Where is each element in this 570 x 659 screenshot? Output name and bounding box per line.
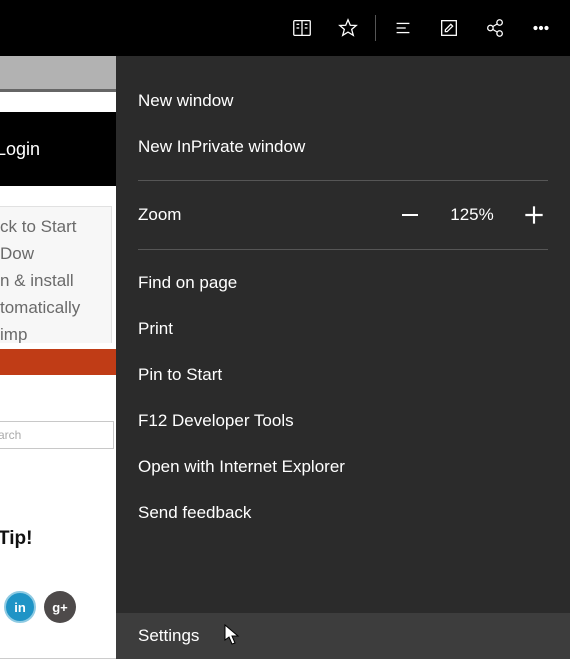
menu-label: Print	[138, 318, 173, 340]
login-label: Login	[0, 139, 40, 160]
menu-settings[interactable]: Settings	[116, 613, 570, 659]
snippet-line: tomatically imp	[0, 294, 107, 348]
zoom-controls: 125%	[396, 201, 548, 229]
snippet-line: n & install	[0, 267, 107, 294]
menu-print[interactable]: Print	[116, 306, 570, 352]
menu-label: F12 Developer Tools	[138, 410, 294, 432]
menu-open-ie[interactable]: Open with Internet Explorer	[116, 444, 570, 490]
linkedin-icon[interactable]: in	[4, 591, 36, 623]
share-icon[interactable]	[472, 5, 518, 51]
search-placeholder: arch	[0, 428, 21, 442]
tip-heading: Tip!	[0, 528, 32, 550]
favorites-icon[interactable]	[325, 5, 371, 51]
menu-new-inprivate[interactable]: New InPrivate window	[116, 124, 570, 170]
toolbar-divider	[375, 15, 376, 41]
menu-label: Pin to Start	[138, 364, 222, 386]
browser-toolbar	[0, 0, 570, 56]
zoom-value: 125%	[446, 205, 498, 225]
menu-devtools[interactable]: F12 Developer Tools	[116, 398, 570, 444]
hub-icon[interactable]	[380, 5, 426, 51]
menu-spacer	[116, 536, 570, 613]
menu-pin[interactable]: Pin to Start	[116, 352, 570, 398]
more-icon[interactable]	[518, 5, 564, 51]
page-header-strip	[0, 56, 116, 92]
menu-new-window[interactable]: New window	[116, 78, 570, 124]
menu-label: Open with Internet Explorer	[138, 456, 345, 478]
menu-label: New InPrivate window	[138, 136, 305, 158]
zoom-label: Zoom	[138, 205, 181, 225]
menu-feedback[interactable]: Send feedback	[116, 490, 570, 536]
more-menu: New window New InPrivate window Zoom 125…	[116, 56, 570, 659]
webnote-icon[interactable]	[426, 5, 472, 51]
gplus-icon[interactable]: g+	[44, 591, 76, 623]
zoom-out-button[interactable]	[396, 201, 424, 229]
menu-separator	[138, 180, 548, 181]
snippet-line: ck to Start Dow	[0, 213, 107, 267]
menu-label: New window	[138, 90, 233, 112]
social-row: in g+	[4, 591, 76, 623]
login-bar[interactable]: Login	[0, 112, 116, 186]
reading-list-icon[interactable]	[279, 5, 325, 51]
menu-label: Send feedback	[138, 502, 251, 524]
menu-label: Find on page	[138, 272, 237, 294]
menu-zoom-row: Zoom 125%	[116, 191, 570, 239]
content-snippet: ck to Start Dow n & install tomatically …	[0, 206, 112, 355]
menu-find[interactable]: Find on page	[116, 260, 570, 306]
menu-separator	[138, 249, 548, 250]
search-input[interactable]: arch	[0, 421, 114, 449]
zoom-in-button[interactable]	[520, 201, 548, 229]
orange-banner	[0, 343, 116, 381]
menu-label: Settings	[138, 625, 199, 647]
